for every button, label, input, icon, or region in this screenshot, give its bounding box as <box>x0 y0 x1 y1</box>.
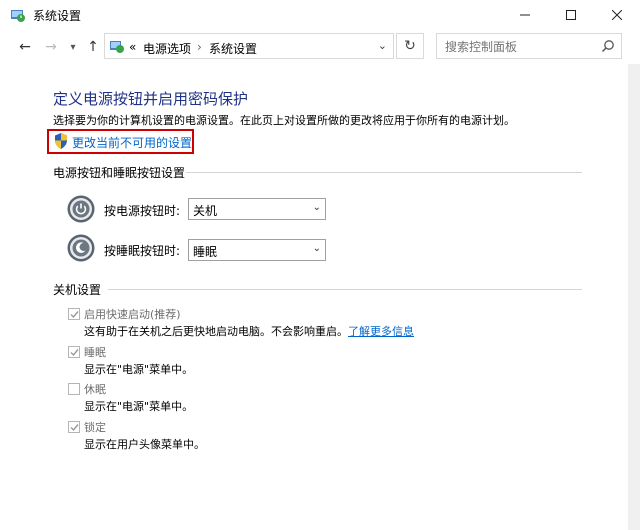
power-button-icon <box>67 195 95 223</box>
sleep-button-icon <box>67 234 95 262</box>
power-button-label: 按电源按钮时: <box>104 204 181 218</box>
breadcrumb-power-options[interactable]: 电源选项 <box>143 40 191 57</box>
title-bar[interactable]: 系统设置 <box>0 0 640 30</box>
vertical-scrollbar[interactable] <box>628 64 640 530</box>
address-dropdown-icon[interactable]: ⌄ <box>378 39 387 52</box>
fast-startup-description: 这有助于在关机之后更快地启动电脑。不会影响重启。了解更多信息 <box>84 325 414 338</box>
hibernate-option-label: 休眠 <box>84 383 106 396</box>
search-input[interactable] <box>443 38 597 56</box>
chevron-down-icon: ▾ <box>70 41 76 53</box>
control-panel-window: 系统设置 ← → ▾ ↑ « 电源选项 › 系统设置 ⌄ ↻ 搜索控制面板 定义… <box>0 0 640 530</box>
power-buttons-section-title: 电源按钮和睡眠按钮设置 <box>53 166 186 180</box>
power-button-action-value: 关机 <box>193 204 218 218</box>
window-title: 系统设置 <box>33 9 82 23</box>
sleep-button-action-value: 睡眠 <box>193 245 218 259</box>
minimize-icon <box>520 14 530 16</box>
recent-locations-button[interactable]: ▾ <box>62 37 84 57</box>
address-bar[interactable]: « 电源选项 › 系统设置 ⌄ <box>104 33 394 59</box>
chevron-down-icon: ⌄ <box>312 202 321 213</box>
up-button[interactable]: ↑ <box>82 37 104 57</box>
search-box[interactable] <box>436 33 622 59</box>
checkmark-icon <box>70 310 79 318</box>
maximize-button[interactable] <box>548 0 594 30</box>
close-button[interactable] <box>594 0 640 30</box>
lock-checkbox[interactable] <box>68 421 80 433</box>
page-description: 选择要为你的计算机设置的电源设置。在此页上对设置所做的更改将应用于你所有的电源计… <box>53 114 515 127</box>
power-options-icon <box>11 10 25 22</box>
up-arrow-icon: ↑ <box>87 39 99 55</box>
section-divider <box>108 289 582 290</box>
page-title: 定义电源按钮并启用密码保护 <box>53 90 249 108</box>
lock-option-description: 显示在用户头像菜单中。 <box>84 438 205 451</box>
shutdown-section-title: 关机设置 <box>53 283 102 297</box>
lock-option-label: 锁定 <box>84 421 106 434</box>
power-button-action-select[interactable]: 关机 ⌄ <box>188 198 326 220</box>
change-unavailable-settings-link[interactable]: 更改当前不可用的设置 <box>72 134 192 151</box>
uac-shield-icon <box>55 133 67 149</box>
fast-startup-checkbox[interactable] <box>68 308 80 320</box>
forward-arrow-icon: → <box>45 39 57 55</box>
fast-startup-label: 启用快速启动(推荐) <box>84 308 181 321</box>
forward-button[interactable]: → <box>40 37 62 57</box>
sleep-button-action-select[interactable]: 睡眠 ⌄ <box>188 239 326 261</box>
back-arrow-icon: ← <box>19 39 31 55</box>
control-panel-icon <box>110 41 124 53</box>
section-divider <box>186 172 582 173</box>
refresh-button[interactable]: ↻ <box>396 33 424 59</box>
breadcrumb-overflow[interactable]: « <box>129 40 136 54</box>
sleep-option-description: 显示在"电源"菜单中。 <box>84 363 194 376</box>
checkmark-icon <box>70 423 79 431</box>
breadcrumb-separator[interactable]: › <box>197 40 202 54</box>
back-button[interactable]: ← <box>14 37 36 57</box>
checkmark-icon <box>70 348 79 356</box>
refresh-icon: ↻ <box>404 38 416 54</box>
chevron-down-icon: ⌄ <box>312 243 321 254</box>
breadcrumb-system-settings[interactable]: 系统设置 <box>209 40 257 57</box>
hibernate-checkbox[interactable] <box>68 383 80 395</box>
learn-more-link[interactable]: 了解更多信息 <box>348 325 414 338</box>
close-icon <box>612 10 622 20</box>
sleep-button-label: 按睡眠按钮时: <box>104 244 181 258</box>
sleep-checkbox[interactable] <box>68 346 80 358</box>
search-icon <box>601 40 614 53</box>
sleep-option-label: 睡眠 <box>84 346 106 359</box>
hibernate-option-description: 显示在"电源"菜单中。 <box>84 400 194 413</box>
maximize-icon <box>566 10 576 20</box>
minimize-button[interactable] <box>502 0 548 30</box>
